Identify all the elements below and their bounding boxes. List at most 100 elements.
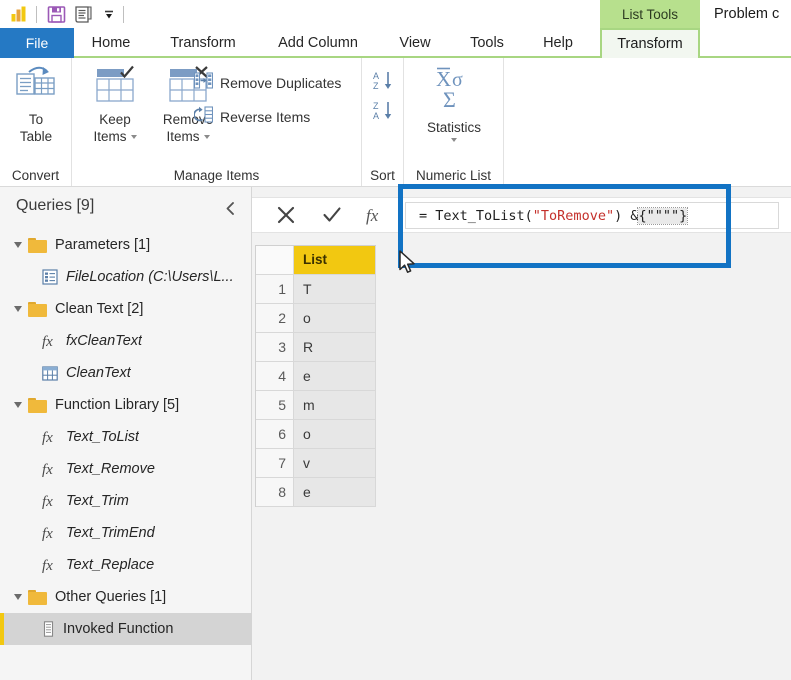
statistics-icon: X σ Σ [426, 66, 482, 117]
tab-add-column[interactable]: Add Column [258, 28, 378, 58]
advanced-editor-icon[interactable] [69, 0, 97, 28]
query-item-text-tolist[interactable]: fx Text_ToList [0, 421, 252, 453]
query-group-clean-text[interactable]: Clean Text [2] [0, 293, 252, 325]
expand-collapse-icon[interactable] [14, 242, 22, 248]
query-item-text-trimend-label: Text_TrimEnd [66, 525, 155, 541]
tab-tools[interactable]: Tools [452, 28, 522, 58]
confirm-check-icon[interactable] [310, 198, 354, 232]
table-row[interactable]: 1 T [256, 275, 376, 304]
keep-items-button[interactable]: Keep Items [82, 64, 148, 145]
svg-text:fx: fx [42, 430, 53, 446]
query-item-fxcleantext[interactable]: fx fxCleanText [0, 325, 252, 357]
ribbon-group-empty [504, 58, 791, 186]
query-item-text-remove[interactable]: fx Text_Remove [0, 453, 252, 485]
function-icon: fx [42, 525, 58, 542]
cell-list-value[interactable]: v [294, 449, 376, 478]
ribbon-group-numeric-list: X σ Σ Statistics Numeric List [404, 58, 504, 186]
sort-descending-button[interactable]: Z A [373, 100, 395, 127]
svg-text:fx: fx [42, 334, 53, 350]
function-icon: fx [42, 557, 58, 574]
formula-token-middle: ) & [614, 207, 639, 224]
queries-pane: Queries [9] Parameters [1] FileLocation … [0, 187, 252, 680]
customize-quick-access-toolbar-icon[interactable] [97, 0, 121, 28]
query-item-text-trimend[interactable]: fx Text_TrimEnd [0, 517, 252, 549]
chevron-left-icon[interactable] [220, 198, 240, 218]
ribbon: To Table Convert Keep Items Remove Items… [0, 58, 791, 187]
table-row[interactable]: 2 o [256, 304, 376, 333]
list-icon [42, 621, 55, 637]
tab-home[interactable]: Home [74, 28, 148, 58]
table-header-row: List [256, 246, 376, 275]
cancel-x-icon[interactable] [264, 198, 308, 232]
reverse-items-icon [193, 106, 214, 128]
to-table-icon [13, 64, 59, 109]
cell-list-value[interactable]: o [294, 304, 376, 333]
remove-duplicates-button[interactable]: Remove Duplicates [193, 72, 342, 94]
table-row[interactable]: 5 m [256, 391, 376, 420]
tab-help[interactable]: Help [522, 28, 594, 58]
fx-icon[interactable]: fx [356, 198, 396, 232]
tab-home-label: Home [91, 35, 131, 51]
table-row[interactable]: 3 R [256, 333, 376, 362]
query-group-parameters-label: Parameters [1] [55, 237, 151, 253]
query-item-invoked-function[interactable]: Invoked Function [0, 613, 252, 645]
save-icon[interactable] [43, 0, 69, 28]
column-header-list[interactable]: List [294, 246, 376, 275]
cell-list-value[interactable]: T [294, 275, 376, 304]
expand-collapse-icon[interactable] [14, 306, 22, 312]
sort-descending-icon: Z A [373, 100, 395, 127]
query-item-text-tolist-label: Text_ToList [66, 429, 140, 445]
row-number: 2 [256, 304, 294, 333]
svg-text:fx: fx [42, 558, 53, 574]
svg-text:fx: fx [42, 462, 53, 478]
query-item-text-trim[interactable]: fx Text_Trim [0, 485, 252, 517]
statistics-button[interactable]: X σ Σ Statistics [414, 66, 494, 142]
reverse-items-button[interactable]: Reverse Items [193, 106, 310, 128]
tab-view-label: View [399, 35, 431, 51]
query-group-other-queries[interactable]: Other Queries [1] [0, 581, 252, 613]
to-table-button[interactable]: To Table [8, 64, 64, 145]
query-item-text-replace-label: Text_Replace [66, 557, 155, 573]
query-item-text-replace[interactable]: fx Text_Replace [0, 549, 252, 581]
query-item-filelocation[interactable]: FileLocation (C:\Users\L... [0, 261, 252, 293]
cell-list-value[interactable]: o [294, 420, 376, 449]
query-item-invoked-function-label: Invoked Function [63, 621, 174, 637]
formula-input[interactable]: = Text_ToList("ToRemove") & {""""} [405, 202, 779, 229]
table-row[interactable]: 4 e [256, 362, 376, 391]
query-item-fxcleantext-label: fxCleanText [66, 333, 143, 349]
expand-collapse-icon[interactable] [14, 402, 22, 408]
statistics-caret-icon[interactable] [451, 138, 457, 142]
keep-items-caret-icon[interactable] [130, 135, 137, 139]
powerbi-logo-icon [8, 0, 30, 28]
ribbon-group-convert: To Table Convert [0, 58, 72, 186]
table-row[interactable]: 6 o [256, 420, 376, 449]
cell-list-value[interactable]: m [294, 391, 376, 420]
tab-list-tools-transform[interactable]: Transform [600, 28, 700, 58]
row-number: 3 [256, 333, 294, 362]
sort-ascending-button[interactable]: A Z [373, 70, 395, 97]
expand-collapse-icon[interactable] [14, 594, 22, 600]
svg-text:A: A [373, 71, 379, 81]
table-row[interactable]: 8 e [256, 478, 376, 507]
remove-duplicates-label: Remove Duplicates [220, 75, 342, 91]
statistics-label: Statistics [426, 120, 481, 135]
cell-list-value[interactable]: R [294, 333, 376, 362]
query-group-clean-text-label: Clean Text [2] [55, 301, 144, 317]
keep-items-label: Keep Items [93, 111, 137, 145]
query-item-cleantext[interactable]: CleanText [0, 357, 252, 389]
tab-file[interactable]: File [0, 28, 74, 58]
cell-list-value[interactable]: e [294, 362, 376, 391]
ribbon-group-manage-items: Keep Items Remove Items Remove Duplicate… [72, 58, 362, 186]
remove-items-caret-icon[interactable] [203, 135, 210, 139]
parameter-icon [42, 269, 58, 285]
query-group-function-library[interactable]: Function Library [5] [0, 389, 252, 421]
table-row[interactable]: 7 v [256, 449, 376, 478]
row-number: 6 [256, 420, 294, 449]
cell-list-value[interactable]: e [294, 478, 376, 507]
tab-view[interactable]: View [378, 28, 452, 58]
tab-transform[interactable]: Transform [148, 28, 258, 58]
sort-ascending-icon: A Z [373, 70, 395, 97]
query-group-other-queries-label: Other Queries [1] [55, 589, 167, 605]
query-group-parameters[interactable]: Parameters [1] [0, 229, 252, 261]
svg-text:Σ: Σ [443, 87, 456, 112]
